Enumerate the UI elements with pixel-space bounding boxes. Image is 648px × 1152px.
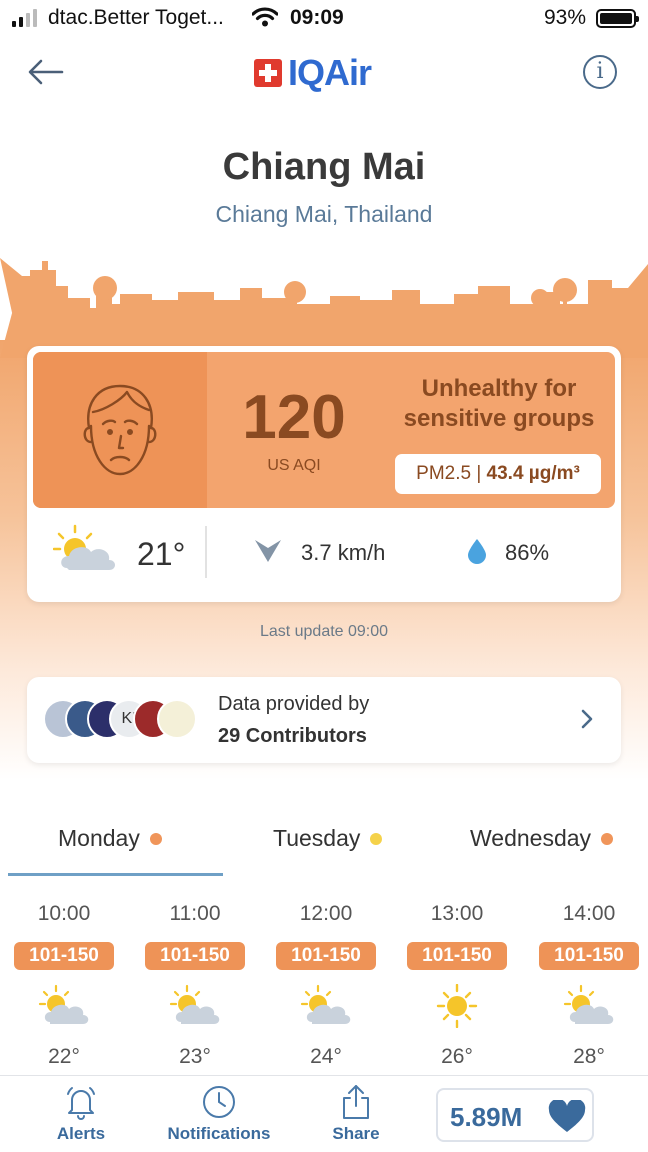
share-label: Share: [332, 1124, 380, 1143]
face-box: [33, 352, 207, 508]
contributors-count: 29 Contributors: [218, 725, 367, 747]
aqi-range-badge: 101-150: [539, 942, 639, 970]
divider: [205, 526, 207, 578]
aqi-card: 120 US AQI Unhealthy for sensitive group…: [27, 346, 621, 602]
bottom-navigation: Alerts Notifications Share 5.89M: [0, 1075, 648, 1152]
partly-cloudy-icon: [38, 984, 89, 1024]
aqi-dot: [370, 832, 383, 845]
aqi-range-badge: 101-150: [407, 942, 507, 970]
partly-cloudy-icon: [300, 984, 351, 1024]
alerts-button[interactable]: Alerts: [48, 1084, 114, 1144]
aqi-panel: 120 US AQI Unhealthy for sensitive group…: [33, 352, 615, 508]
tab-label: Monday: [58, 825, 140, 851]
tab-label: Tuesday: [273, 825, 361, 851]
hour-column: 12:00 101-150 24°: [274, 898, 378, 1069]
aqi-range-badge: 101-150: [14, 942, 114, 970]
chevron-right-icon[interactable]: [579, 707, 595, 731]
hour-time: 10:00: [37, 902, 91, 925]
hour-time: 11:00: [169, 902, 221, 925]
battery-icon: [596, 9, 639, 28]
sad-face-icon: [83, 384, 157, 476]
bell-icon: [67, 1087, 95, 1120]
clock-icon: [203, 1086, 235, 1118]
forecast-day-tabs: Monday Tuesday Wednesday: [0, 820, 648, 880]
temperature-value: 21°: [137, 536, 186, 572]
heart-icon: [548, 1100, 586, 1132]
tab-label: Wednesday: [470, 825, 592, 851]
carrier-name: dtac.Better Toget...: [48, 6, 224, 29]
iqair-logo: IQAir: [254, 52, 372, 94]
tab-wednesday[interactable]: Wednesday: [470, 825, 614, 852]
weather-row: 21° 3.7 km/h 86%: [27, 516, 621, 596]
wifi-icon: [252, 7, 278, 27]
humidity-drop-icon: [468, 539, 486, 564]
city-subtitle: Chiang Mai, Thailand: [215, 201, 433, 227]
contributors-label: Data provided by: [218, 693, 370, 715]
notifications-label: Notifications: [167, 1124, 271, 1143]
tab-tuesday[interactable]: Tuesday: [273, 825, 383, 852]
hour-temperature: 28°: [573, 1045, 605, 1068]
hour-time: 12:00: [299, 902, 353, 925]
followers-count: 5.89M: [450, 1102, 523, 1132]
alerts-label: Alerts: [56, 1124, 106, 1143]
partly-cloudy-icon: [563, 984, 614, 1024]
wind-speed-value: 3.7 km/h: [301, 540, 386, 565]
contributor-avatars: KI: [43, 699, 203, 741]
hour-temperature: 23°: [179, 1045, 211, 1068]
share-button[interactable]: Share: [326, 1084, 386, 1144]
hourly-forecast: 10:00 101-150 22° 11:00 101-150 23° 12:0…: [0, 898, 648, 1078]
hour-time: 13:00: [430, 902, 484, 925]
hour-column: 11:00 101-150 23°: [143, 898, 247, 1069]
share-icon: [343, 1085, 369, 1119]
city-title: Chiang Mai: [222, 146, 426, 188]
logo-text: IQAir: [288, 52, 372, 93]
clock-time: 09:09: [290, 6, 344, 29]
sun-icon: [436, 983, 478, 1029]
main-pollutant-pill[interactable]: PM2.5 | 43.4 µg/m³: [395, 454, 601, 494]
hour-temperature: 22°: [48, 1045, 80, 1068]
aqi-dot: [149, 832, 162, 845]
humidity-value: 86%: [505, 540, 550, 565]
city-skyline-illustration: [0, 258, 648, 358]
hour-temperature: 24°: [310, 1045, 342, 1068]
back-arrow-icon[interactable]: [26, 56, 66, 88]
cellular-signal-icon: [12, 9, 37, 27]
hour-column: 10:00 101-150 22°: [12, 898, 116, 1069]
hour-temperature: 26°: [441, 1045, 473, 1068]
hour-column: 13:00 101-150 26°: [405, 898, 509, 1069]
status-bar: dtac.Better Toget... 09:09 93%: [0, 0, 648, 40]
battery-percent: 93%: [544, 6, 587, 29]
partly-cloudy-icon: [169, 984, 220, 1024]
active-tab-indicator: [8, 873, 223, 876]
contributor-avatar: [157, 699, 197, 739]
favorite-followers-button[interactable]: 5.89M: [436, 1088, 594, 1142]
hour-column: 14:00 101-150 28°: [537, 898, 641, 1069]
aqi-range-badge: 101-150: [145, 942, 245, 970]
wind-direction-icon: [255, 540, 281, 562]
aqi-value: 120: [242, 383, 346, 452]
aqi-dot: [601, 832, 614, 845]
aqi-range-badge: 101-150: [276, 942, 376, 970]
aqi-status: Unhealthy for sensitive groups: [403, 375, 595, 432]
notifications-button[interactable]: Notifications: [160, 1084, 278, 1144]
pollutant-concentration: 43.4 µg/m³: [486, 463, 580, 484]
partly-cloudy-icon: [53, 524, 115, 570]
last-update-text: Last update 09:00: [259, 623, 389, 640]
hour-time: 14:00: [562, 902, 616, 925]
aqi-unit: US AQI: [267, 457, 321, 474]
pollutant-name: PM2.5 |: [416, 463, 487, 484]
contributors-card[interactable]: KI Data provided by 29 Contributors: [27, 677, 621, 763]
info-button[interactable]: i: [583, 55, 617, 89]
swiss-flag-icon: [254, 59, 282, 87]
tab-monday[interactable]: Monday: [58, 825, 162, 852]
